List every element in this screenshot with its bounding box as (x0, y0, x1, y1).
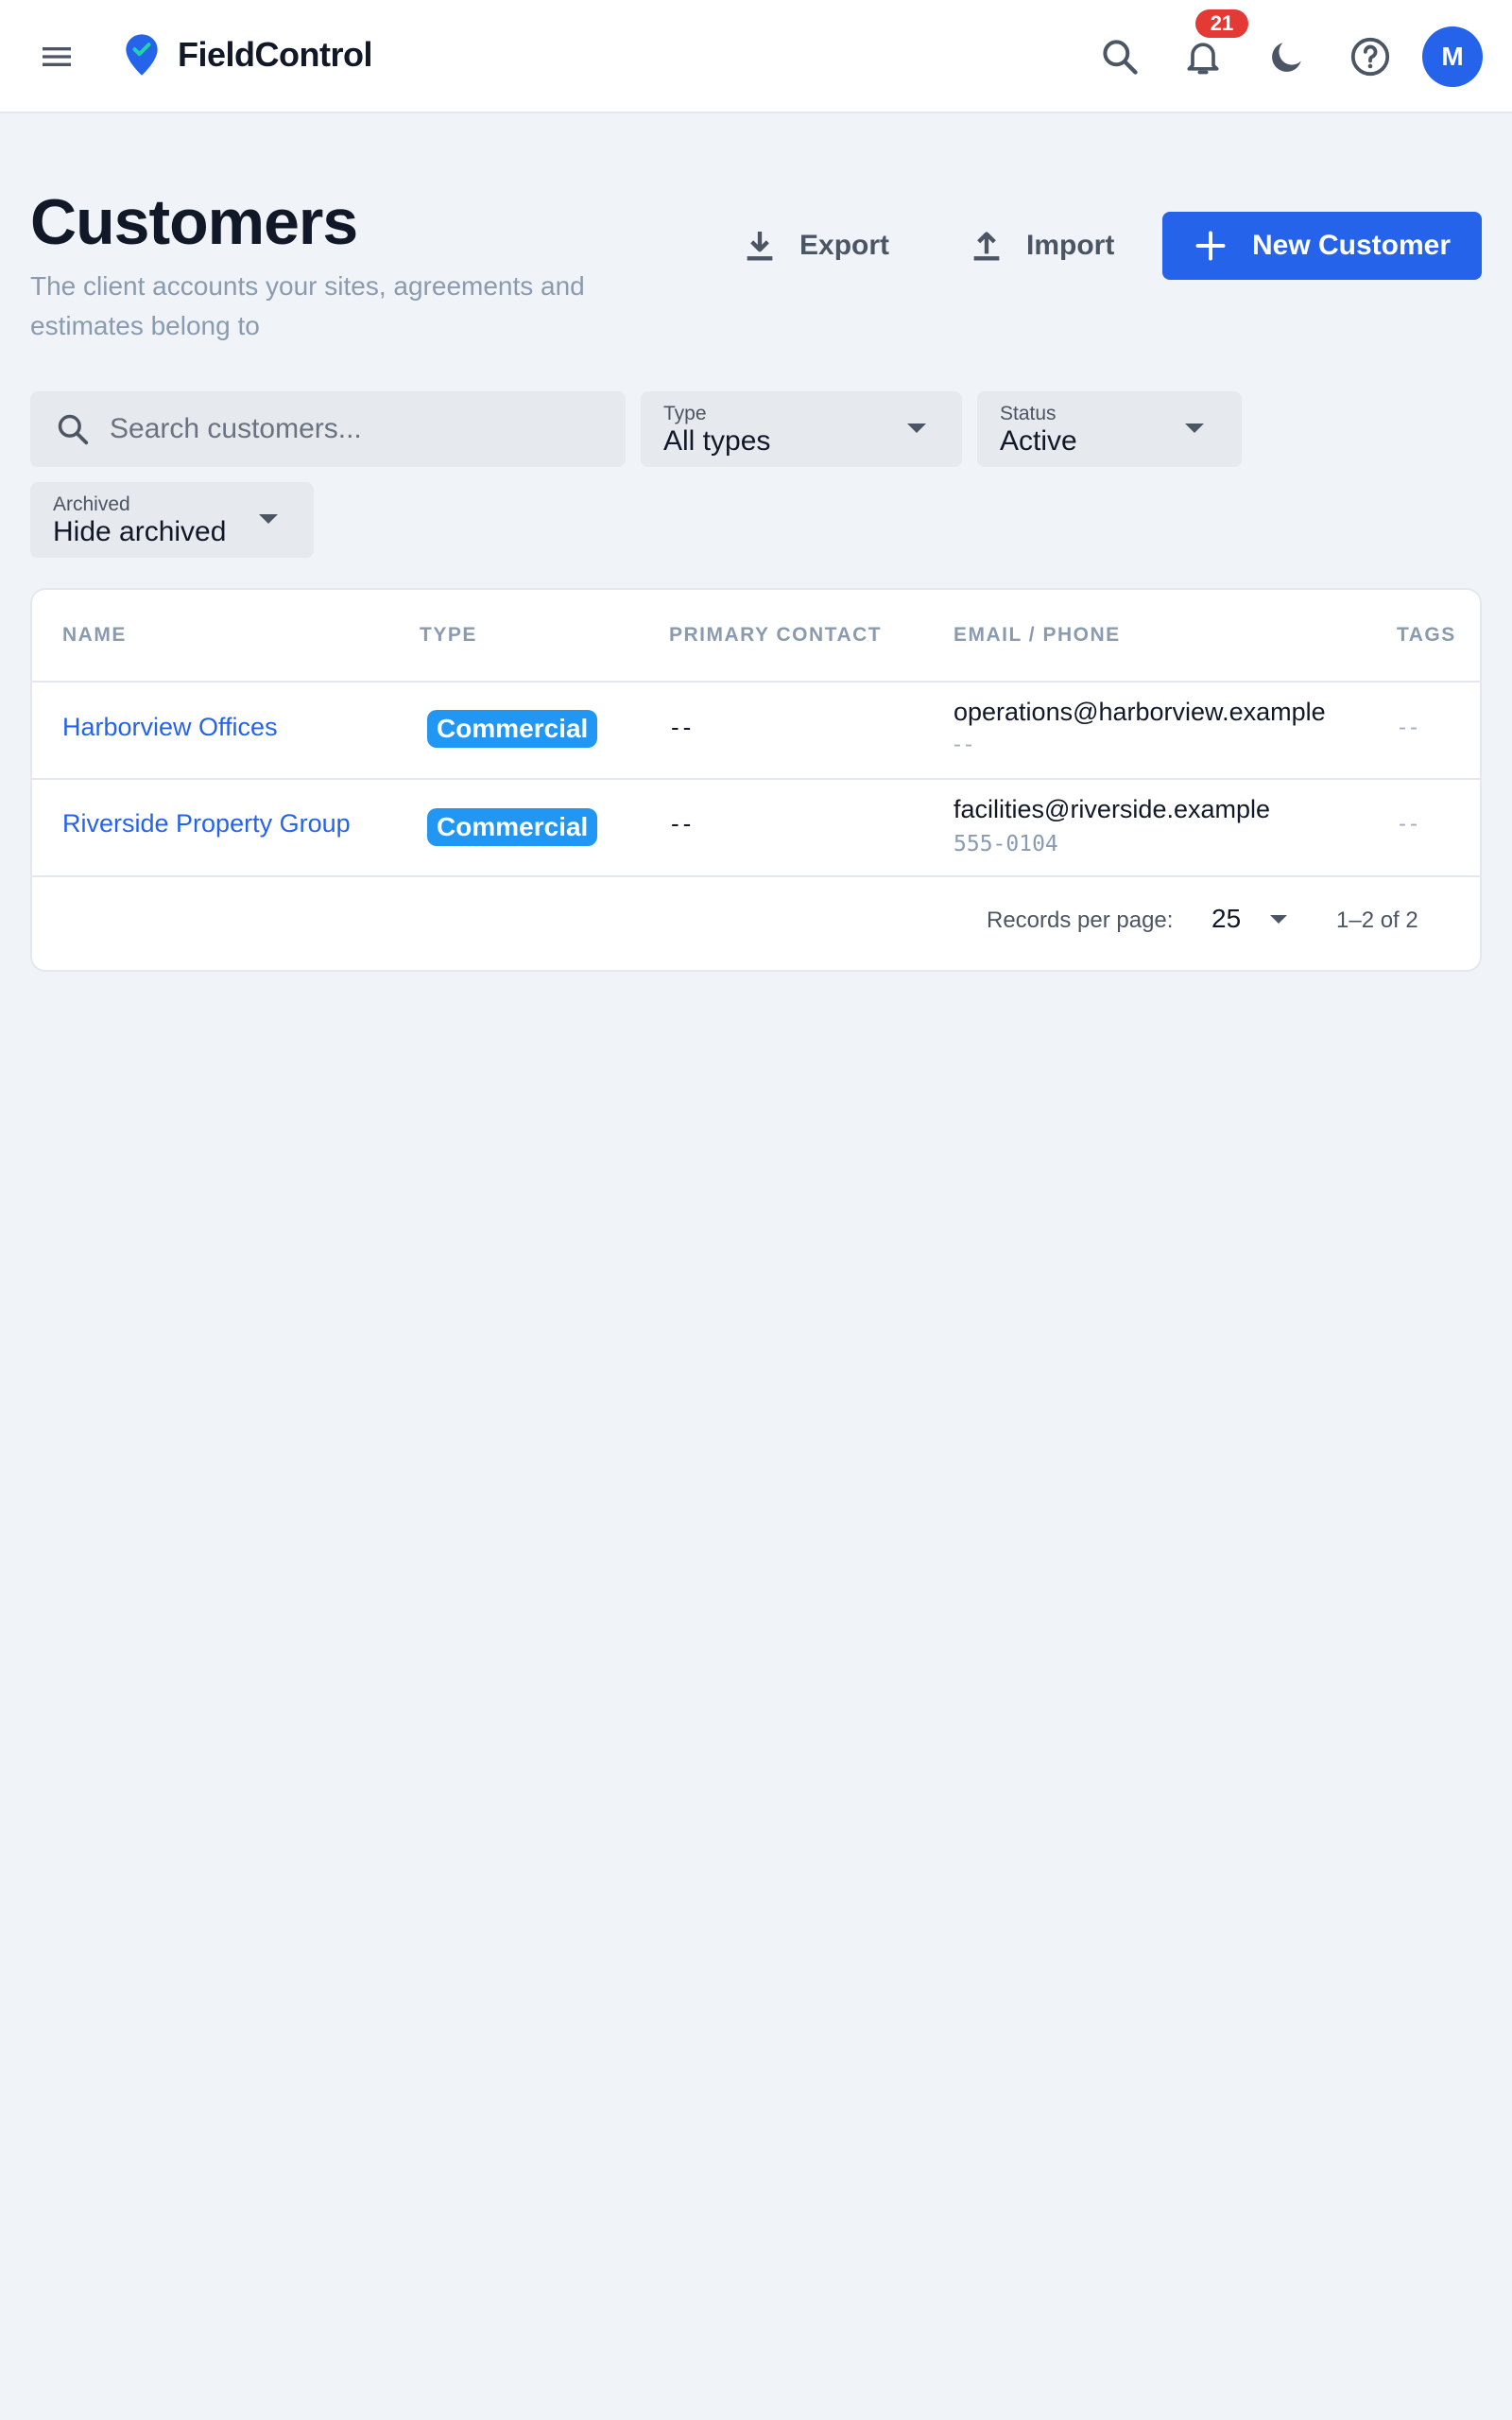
chevron-down-icon (259, 514, 278, 524)
archived-filter-select[interactable]: Archived Hide archived (30, 482, 314, 558)
divider (32, 778, 1480, 780)
menu-icon (43, 47, 71, 66)
customer-name-link[interactable]: Harborview Offices (62, 713, 278, 742)
page-title: Customers (30, 186, 358, 258)
type-filter-label: Type (663, 403, 707, 424)
download-icon (747, 232, 773, 261)
dark-mode-toggle[interactable] (1259, 28, 1315, 85)
divider (32, 681, 1480, 683)
search-input[interactable] (110, 413, 601, 445)
chevron-down-icon (1270, 915, 1287, 924)
plus-icon (1195, 231, 1226, 261)
pagination-range: 1–2 of 2 (1336, 908, 1418, 933)
type-badge: Commercial (427, 710, 598, 748)
search-icon (58, 414, 89, 445)
tags-value: -- (1399, 811, 1421, 837)
divider (32, 875, 1480, 877)
archived-filter-label: Archived (53, 493, 130, 515)
import-label: Import (1026, 230, 1115, 261)
customers-table: NAME TYPE PRIMARY CONTACT EMAIL / PHONE … (30, 588, 1482, 972)
chevron-down-icon (907, 424, 926, 433)
chevron-down-icon (1185, 424, 1204, 433)
status-filter-value: Active (1000, 425, 1077, 457)
records-per-page-value: 25 (1211, 904, 1242, 933)
column-header-type[interactable]: TYPE (420, 624, 477, 647)
records-per-page-label: Records per page: (987, 908, 1174, 933)
search-icon (1103, 40, 1138, 75)
customer-name-link[interactable]: Riverside Property Group (62, 809, 351, 838)
search-field[interactable] (30, 391, 626, 467)
help-circle-icon (1350, 37, 1390, 77)
user-avatar[interactable]: M (1422, 26, 1483, 87)
bell-icon (1187, 43, 1219, 75)
type-filter-select[interactable]: Type All types (641, 391, 962, 467)
column-header-tags[interactable]: TAGS (1397, 624, 1456, 647)
column-header-primary-contact[interactable]: PRIMARY CONTACT (669, 624, 882, 647)
email-value: operations@harborview.example (954, 698, 1326, 726)
status-filter-select[interactable]: Status Active (977, 391, 1242, 467)
status-filter-label: Status (1000, 403, 1057, 424)
new-customer-label: New Customer (1251, 230, 1452, 261)
help-button[interactable] (1342, 28, 1399, 85)
export-label: Export (799, 230, 890, 261)
top-app-bar: FieldControl 21 M (0, 0, 1512, 113)
page-subtitle: The client accounts your sites, agreemen… (30, 271, 585, 340)
column-header-name[interactable]: NAME (62, 624, 127, 647)
upload-icon (973, 232, 1000, 261)
records-per-page-select[interactable]: 25 (1211, 894, 1315, 942)
import-button[interactable]: Import (968, 212, 1114, 280)
map-pin-check-icon (126, 34, 158, 76)
menu-button[interactable] (28, 28, 85, 85)
type-filter-value: All types (663, 425, 771, 457)
phone-value: -- (954, 732, 976, 757)
new-customer-button[interactable]: New Customer (1162, 212, 1482, 280)
app-name: FieldControl (178, 35, 372, 74)
primary-contact-value: -- (671, 809, 696, 838)
type-badge: Commercial (427, 808, 598, 846)
column-header-email-phone[interactable]: EMAIL / PHONE (954, 624, 1121, 647)
primary-contact-value: -- (671, 713, 696, 741)
notification-badge: 21 (1195, 9, 1248, 38)
moon-icon (1272, 43, 1301, 72)
archived-filter-value: Hide archived (53, 516, 227, 547)
phone-value: 555-0104 (954, 832, 1058, 856)
search-button[interactable] (1091, 28, 1148, 85)
tags-value: -- (1399, 715, 1421, 740)
export-button[interactable]: Export (741, 212, 889, 280)
app-logo[interactable]: FieldControl (123, 32, 372, 78)
email-value: facilities@riverside.example (954, 795, 1271, 823)
